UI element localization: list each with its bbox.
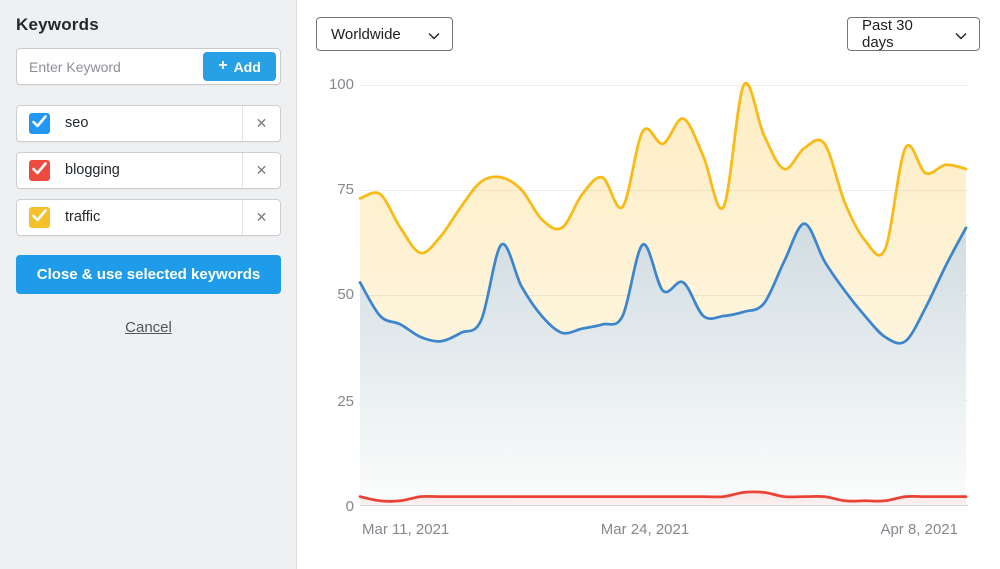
add-button-label: Add xyxy=(234,59,261,75)
x-axis-label: Mar 24, 2021 xyxy=(601,521,689,538)
keyword-checkbox-seo[interactable] xyxy=(29,113,50,134)
keyword-label: seo xyxy=(65,106,88,141)
check-icon xyxy=(31,208,48,228)
keyword-row: traffic ✕ xyxy=(16,199,281,236)
x-icon: ✕ xyxy=(256,162,268,178)
keyword-label: blogging xyxy=(65,153,120,188)
x-axis-label: Apr 8, 2021 xyxy=(880,521,958,538)
y-axis-tick: 25 xyxy=(290,393,354,410)
x-icon: ✕ xyxy=(256,209,268,225)
remove-keyword-button[interactable]: ✕ xyxy=(243,106,280,141)
y-axis-tick: 75 xyxy=(290,181,354,198)
chevron-down-icon xyxy=(428,28,439,39)
keyword-label: traffic xyxy=(65,200,100,235)
check-icon xyxy=(31,114,48,134)
remove-keyword-button[interactable]: ✕ xyxy=(243,200,280,235)
keyword-input-group: + Add xyxy=(16,48,281,85)
x-icon: ✕ xyxy=(256,115,268,131)
keywords-panel: Keywords + Add seo ✕ blogging ✕ xyxy=(0,0,297,569)
keyword-checkbox-blogging[interactable] xyxy=(29,160,50,181)
keyword-input[interactable] xyxy=(17,49,215,84)
date-range-dropdown-value: Past 30 days xyxy=(862,17,945,51)
add-keyword-button[interactable]: + Add xyxy=(203,52,276,81)
close-use-keywords-button[interactable]: Close & use selected keywords xyxy=(16,255,281,294)
keyword-checkbox-traffic[interactable] xyxy=(29,207,50,228)
x-axis-label: Mar 11, 2021 xyxy=(362,521,449,538)
y-axis-tick: 50 xyxy=(290,286,354,303)
check-icon xyxy=(31,161,48,181)
remove-keyword-button[interactable]: ✕ xyxy=(243,153,280,188)
chevron-down-icon xyxy=(955,28,966,39)
date-range-dropdown[interactable]: Past 30 days xyxy=(847,17,980,51)
cancel-link[interactable]: Cancel xyxy=(0,319,297,336)
trend-chart-svg xyxy=(360,65,966,517)
y-axis-tick: 100 xyxy=(290,76,354,93)
region-dropdown-value: Worldwide xyxy=(331,26,401,43)
y-axis-tick: 0 xyxy=(290,498,354,515)
keyword-row: seo ✕ xyxy=(16,105,281,142)
panel-title: Keywords xyxy=(16,15,99,35)
keyword-row: blogging ✕ xyxy=(16,152,281,189)
plus-icon: + xyxy=(218,58,227,74)
region-dropdown[interactable]: Worldwide xyxy=(316,17,453,51)
